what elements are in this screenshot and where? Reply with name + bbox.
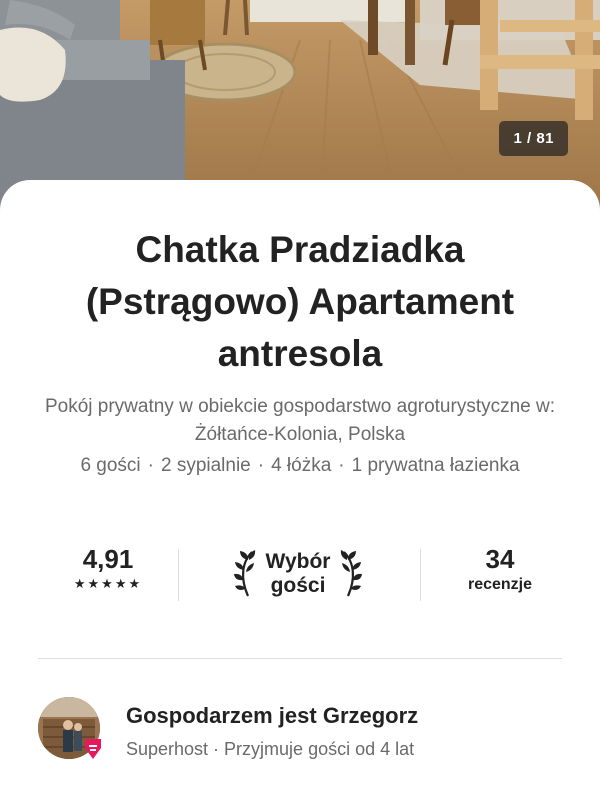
rating-value: 4,91 xyxy=(82,544,134,574)
laurel-left-icon xyxy=(233,550,255,597)
host-subtitle: Superhost · Przyjmuje gości od 4 lat xyxy=(126,739,415,759)
superhost-badge-icon xyxy=(85,739,101,759)
section-divider xyxy=(38,658,562,659)
reviews-count: 34 xyxy=(485,544,515,574)
listing-subtitle: Pokój prywatny w obiekcie gospodarstwo a… xyxy=(44,396,556,445)
guest-favorite-line2: gości xyxy=(270,574,326,597)
guests-count: 6 gości xyxy=(80,455,141,476)
host-section[interactable]: Gospodarzem jest Grzegorz Superhost · Pr… xyxy=(38,697,562,767)
laurel-right-icon xyxy=(341,550,363,597)
rating-stat[interactable]: 4,91 ★★★★★ xyxy=(38,544,178,592)
guest-favorite-line1: Wybór xyxy=(265,550,331,573)
separator: · xyxy=(338,455,345,476)
guest-favorite-label: Wybór gości xyxy=(266,550,331,598)
host-name: Gospodarzem jest Grzegorz xyxy=(126,703,419,728)
reviews-label: recenzje xyxy=(467,576,533,593)
stat-divider xyxy=(420,549,421,601)
reviews-stat[interactable]: 34 recenzje xyxy=(440,544,560,594)
beds-count: 4 łóżka xyxy=(271,455,332,476)
listing-details-sheet: Chatka Pradziadka (Pstrągowo) Apartament… xyxy=(0,180,600,800)
star-rating-icons: ★★★★★ xyxy=(73,576,143,591)
photo-counter: 1 / 81 xyxy=(499,121,568,156)
guest-favorite-badge[interactable]: Wybór gości xyxy=(218,544,378,604)
stat-divider xyxy=(178,549,179,601)
bedrooms-count: 2 sypialnie xyxy=(160,455,251,476)
baths-count: 1 prywatna łazienka xyxy=(351,455,520,476)
listing-capacity: 6 gości · 2 sypialnie · 4 łóżka · 1 prywatna ł… xyxy=(20,455,580,477)
separator: · xyxy=(147,455,154,476)
listing-stats: 4,91 ★★★★★ Wybór gości 34 recenzje xyxy=(38,544,562,604)
separator: · xyxy=(257,455,265,476)
listing-title: Chatka Pradziadka (Pstrągowo) Apartament… xyxy=(85,229,515,374)
